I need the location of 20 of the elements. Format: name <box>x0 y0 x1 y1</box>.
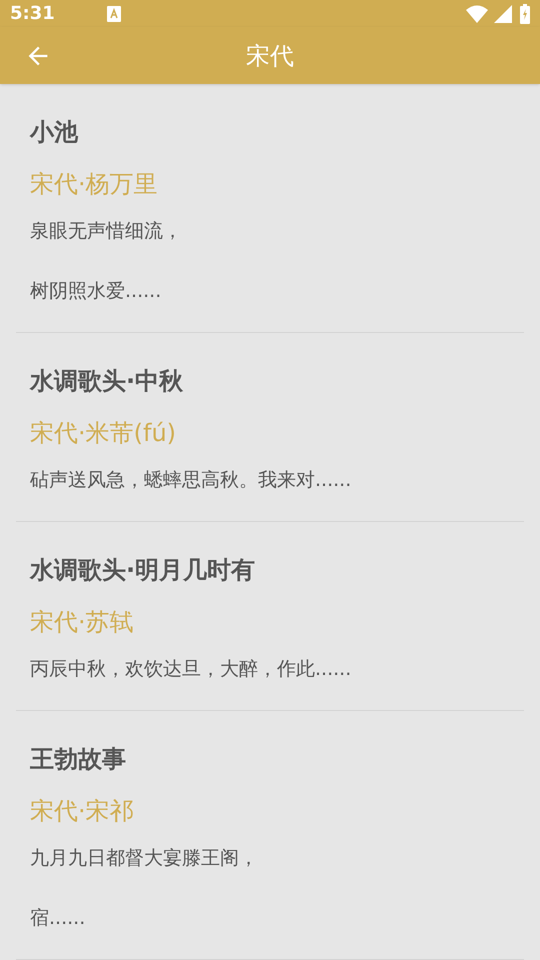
poem-author: 宋代·宋祁 <box>30 796 135 827</box>
app-bar-title: 宋代 <box>246 40 294 72</box>
poem-excerpt: 树阴照水爱...... <box>30 279 162 304</box>
poem-title[interactable]: 王勃故事 <box>30 741 510 777</box>
poem-author: 宋代·杨万里 <box>30 169 159 200</box>
wifi-icon <box>466 4 488 23</box>
poem-title[interactable]: 小池 <box>30 114 510 150</box>
battery-icon <box>520 4 530 24</box>
poem-author: 宋代·苏轼 <box>30 607 135 638</box>
poem-author: 宋代·米芾(fú) <box>30 418 178 449</box>
poem-title[interactable]: 水调歌头·明月几时有 <box>30 552 510 588</box>
poem-title[interactable]: 水调歌头·中秋 <box>30 363 510 399</box>
notification-icon <box>106 6 121 22</box>
poem-excerpt: 宿...... <box>30 906 86 931</box>
status-time: 5:31 <box>10 2 55 26</box>
poem-excerpt: 丙辰中秋，欢饮达旦，大醉，作此...... <box>30 657 352 682</box>
poem-excerpt: 泉眼无声惜细流， <box>30 219 183 244</box>
poem-excerpt: 砧声送风急，蟋蟀思高秋。我来对...... <box>30 468 352 493</box>
poem-excerpt: 九月九日都督大宴滕王阁， <box>30 846 259 871</box>
signal-icon <box>494 4 512 23</box>
